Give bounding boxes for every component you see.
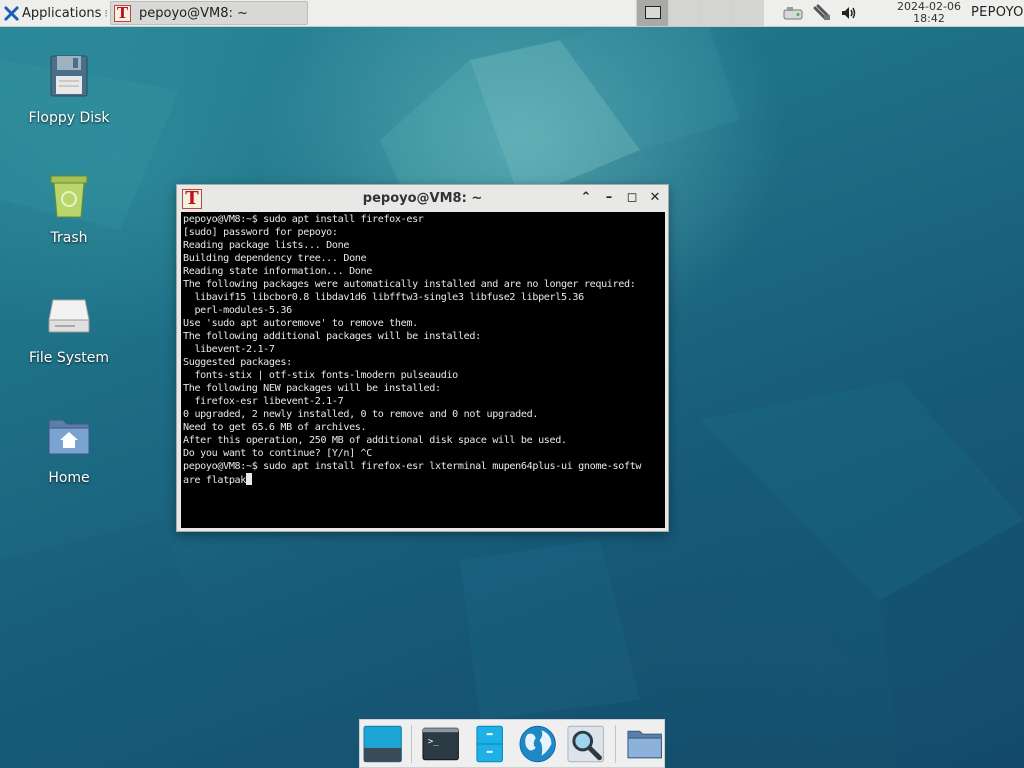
window-titlebar[interactable]: T pepoyo@VM8: ~ ⌃ – ◻ ✕ <box>177 185 668 212</box>
home-folder-icon <box>48 419 90 455</box>
workspace-1[interactable] <box>636 0 668 26</box>
desktop-icon-floppy[interactable]: Floppy Disk <box>14 52 124 126</box>
applications-menu-button[interactable]: Applications ⁝ <box>2 0 112 26</box>
dock-separator <box>411 724 413 763</box>
volume-icon[interactable] <box>840 4 858 22</box>
close-button[interactable]: ✕ <box>647 190 663 206</box>
system-tray <box>782 0 858 26</box>
window-menu-up-icon[interactable]: ⌃ <box>578 190 594 206</box>
minimize-button[interactable]: – <box>601 190 617 206</box>
terminal-window[interactable]: T pepoyo@VM8: ~ ⌃ – ◻ ✕ pepoyo@VM8:~$ su… <box>176 184 669 532</box>
maximize-button[interactable]: ◻ <box>624 190 640 206</box>
desktop-icon-label: File System <box>28 350 110 366</box>
desktop-icon-filesystem[interactable]: File System <box>14 292 124 366</box>
floppy-disk-icon <box>50 55 88 97</box>
desktop-icon-trash[interactable]: Trash <box>14 172 124 246</box>
desktop-icon-home[interactable]: Home <box>14 412 124 486</box>
terminal-output: pepoyo@VM8:~$ sudo apt install firefox-e… <box>183 214 642 486</box>
file-cabinet-icon[interactable] <box>470 724 509 764</box>
workspace-3[interactable] <box>700 0 732 26</box>
search-magnifier-icon[interactable] <box>566 724 605 764</box>
bottom-dock: >_ <box>359 719 665 768</box>
show-desktop-icon[interactable] <box>363 724 402 764</box>
workspace-switcher[interactable] <box>636 0 764 26</box>
trash-icon <box>50 175 88 218</box>
menu-separator-icon: ⁝ <box>104 6 108 20</box>
top-panel: Applications ⁝ T pepoyo@VM8: ~ 2024-02-0… <box>0 0 1024 27</box>
clock[interactable]: 2024-02-06 18:42 <box>892 0 966 25</box>
workspace-4[interactable] <box>732 0 764 26</box>
text-cursor <box>246 473 252 485</box>
taskbar-button-terminal[interactable]: T pepoyo@VM8: ~ <box>110 1 308 25</box>
user-menu[interactable]: PEPOYO <box>971 5 1024 20</box>
svg-text:>_: >_ <box>428 737 439 747</box>
window-title: pepoyo@VM8: ~ <box>362 191 483 206</box>
removable-drive-icon[interactable] <box>782 4 804 22</box>
network-icon[interactable] <box>812 4 832 22</box>
terminal-icon[interactable]: >_ <box>421 724 460 764</box>
terminal-app-icon: T <box>114 4 131 22</box>
dock-separator <box>614 724 616 763</box>
web-browser-globe-icon[interactable] <box>518 724 557 764</box>
desktop-icon-label: Trash <box>50 230 88 246</box>
terminal-output-area[interactable]: pepoyo@VM8:~$ sudo apt install firefox-e… <box>181 212 665 528</box>
workspace-2[interactable] <box>668 0 700 26</box>
drive-icon <box>48 299 90 333</box>
taskbar-button-label: pepoyo@VM8: ~ <box>139 5 248 21</box>
folder-icon[interactable] <box>625 724 664 764</box>
clock-time: 18:42 <box>913 12 945 25</box>
applications-label: Applications <box>22 5 102 21</box>
xfce-logo-icon <box>4 5 19 21</box>
desktop-icon-label: Home <box>48 470 90 486</box>
desktop-icon-label: Floppy Disk <box>28 110 110 126</box>
